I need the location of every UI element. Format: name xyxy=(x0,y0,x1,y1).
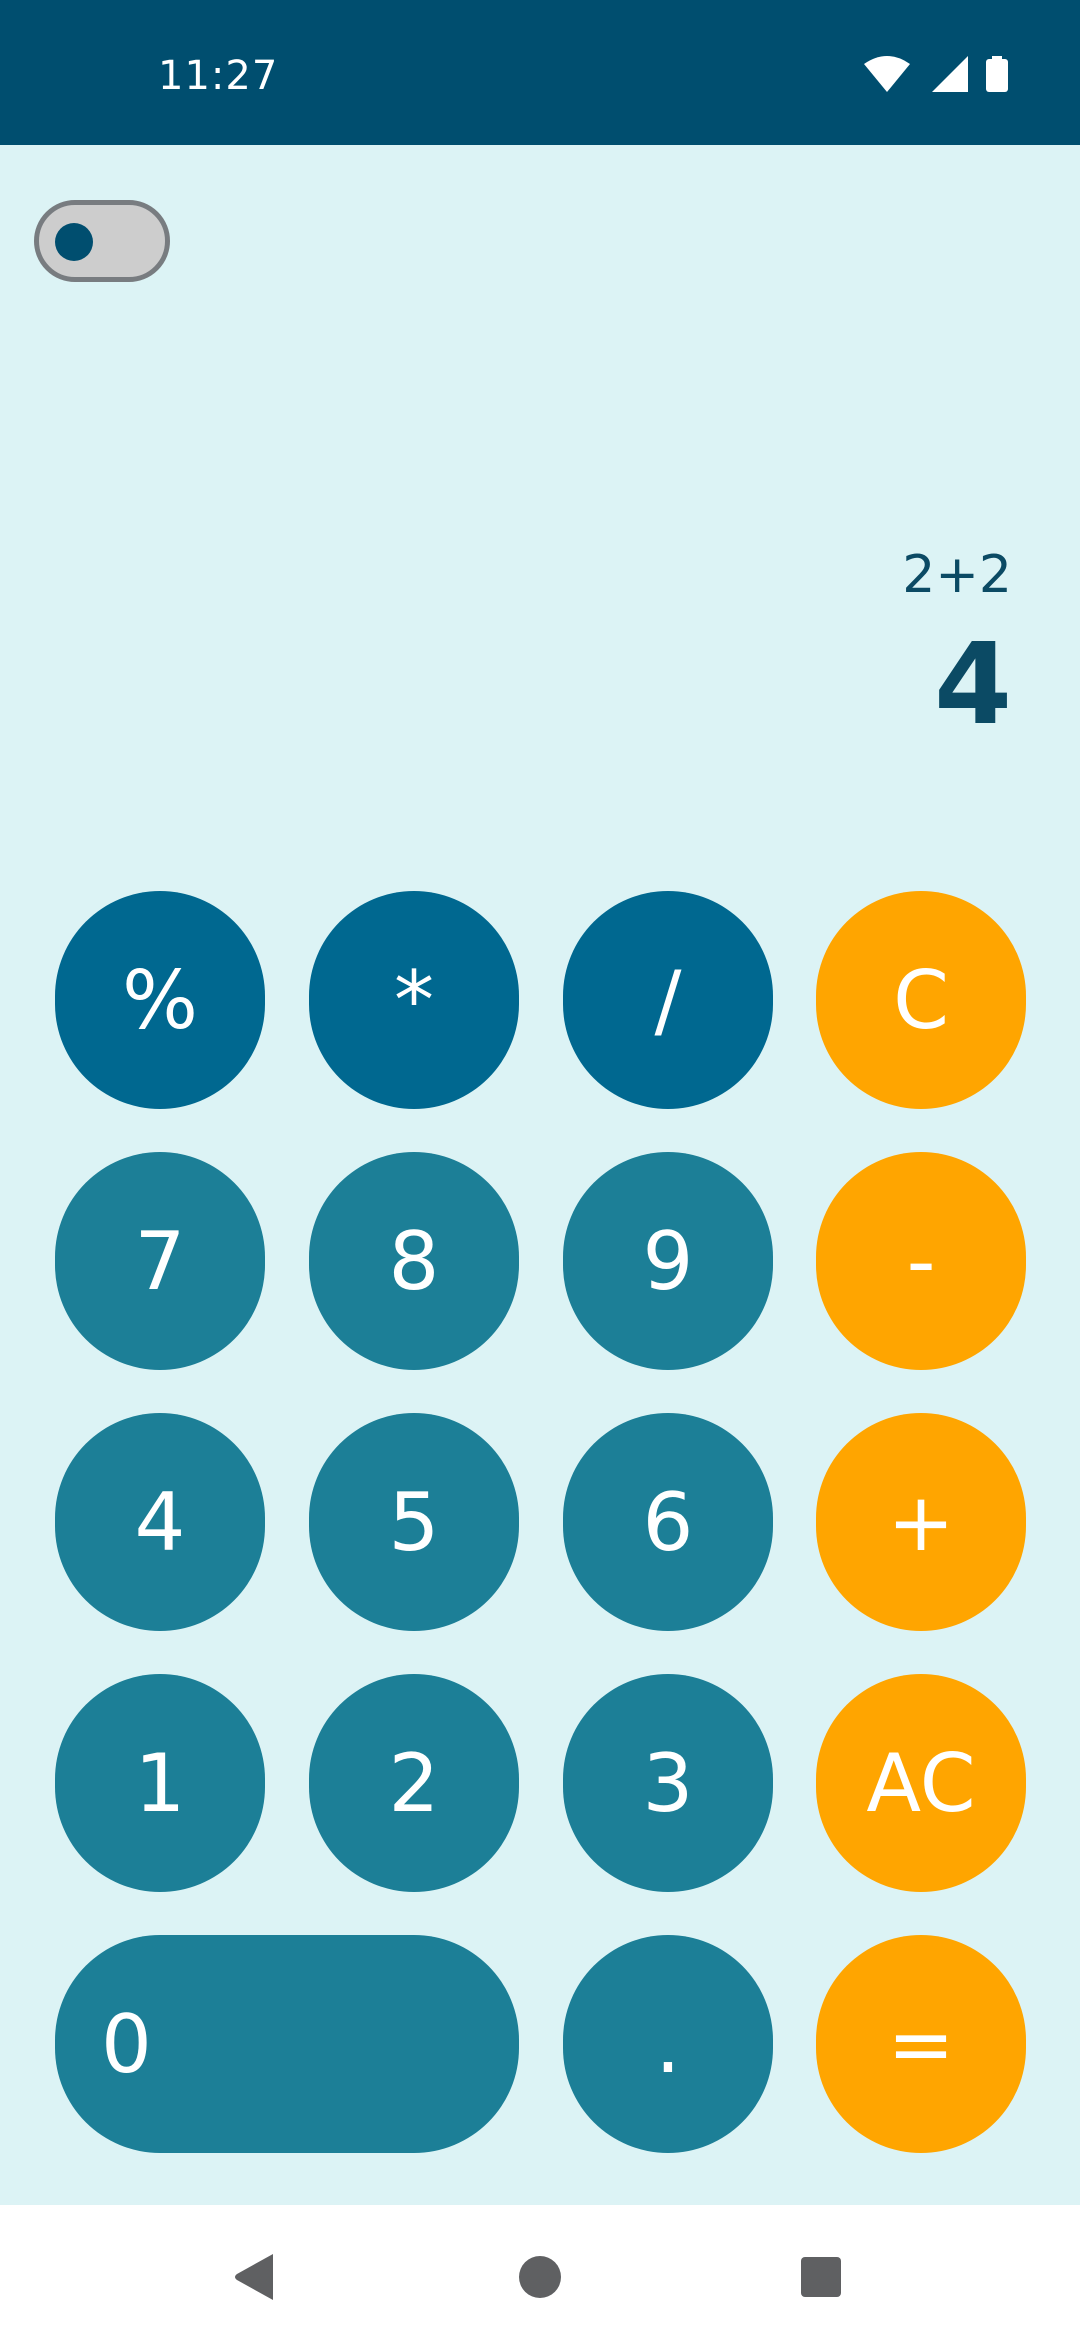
recents-button[interactable] xyxy=(791,2247,851,2307)
navigation-bar xyxy=(0,2205,1080,2340)
result-display: 4 xyxy=(934,620,1012,750)
digit-4-button[interactable]: 4 xyxy=(55,1413,265,1631)
decimal-button[interactable]: . xyxy=(563,1935,773,2153)
back-icon xyxy=(235,2254,273,2300)
calculator-app: 2+2 4 % * / C 7 8 9 - 4 5 6 + 1 2 3 AC 0… xyxy=(0,145,1080,2205)
clear-button[interactable]: C xyxy=(816,891,1026,1109)
digit-9-button[interactable]: 9 xyxy=(563,1152,773,1370)
wifi-icon xyxy=(864,56,910,92)
status-time: 11:27 xyxy=(158,53,279,99)
digit-0-button[interactable]: 0 xyxy=(55,1935,519,2153)
back-button[interactable] xyxy=(225,2247,285,2307)
all-clear-button[interactable]: AC xyxy=(816,1674,1026,1892)
digit-1-button[interactable]: 1 xyxy=(55,1674,265,1892)
expression-display: 2+2 xyxy=(902,545,1012,605)
toggle-thumb xyxy=(55,223,93,261)
home-icon xyxy=(519,2256,561,2298)
divide-button[interactable]: / xyxy=(563,891,773,1109)
plus-button[interactable]: + xyxy=(816,1413,1026,1631)
home-button[interactable] xyxy=(510,2247,570,2307)
recents-icon xyxy=(801,2257,841,2297)
minus-button[interactable]: - xyxy=(816,1152,1026,1370)
digit-3-button[interactable]: 3 xyxy=(563,1674,773,1892)
signal-icon xyxy=(932,56,968,92)
digit-8-button[interactable]: 8 xyxy=(309,1152,519,1370)
status-bar: 11:27 xyxy=(0,0,1080,145)
equals-button[interactable]: = xyxy=(816,1935,1026,2153)
digit-6-button[interactable]: 6 xyxy=(563,1413,773,1631)
digit-7-button[interactable]: 7 xyxy=(55,1152,265,1370)
theme-toggle[interactable] xyxy=(34,200,170,282)
battery-icon xyxy=(986,56,1008,92)
digit-2-button[interactable]: 2 xyxy=(309,1674,519,1892)
percent-button[interactable]: % xyxy=(55,891,265,1109)
digit-5-button[interactable]: 5 xyxy=(309,1413,519,1631)
multiply-button[interactable]: * xyxy=(309,891,519,1109)
